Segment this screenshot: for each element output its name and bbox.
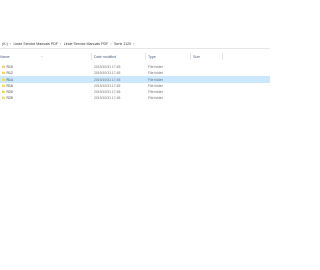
breadcrumb-item-serie-1120[interactable]: Serie 1120 — [114, 42, 131, 46]
file-type: File folder — [148, 71, 163, 76]
file-date-modified: 2019/10/31 17:45 — [94, 83, 121, 88]
folder-icon — [2, 90, 6, 93]
breadcrumb[interactable]: (K:) › Linde Service Manuals PDF › Linde… — [0, 39, 270, 49]
file-name: R16 — [6, 83, 13, 88]
breadcrumb-chevron-icon[interactable]: › — [10, 42, 11, 46]
file-date-modified: 2019/10/31 17:45 — [94, 96, 121, 101]
file-date-modified: 2019/10/31 17:45 — [94, 89, 121, 94]
file-date-modified: 2019/10/31 17:45 — [94, 77, 121, 82]
file-explorer-window: (K:) › Linde Service Manuals PDF › Linde… — [0, 0, 270, 270]
column-divider[interactable] — [190, 53, 191, 60]
sort-up-icon: ^ — [41, 54, 43, 59]
breadcrumb-item-drive[interactable]: (K:) — [2, 42, 8, 46]
breadcrumb-chevron-icon[interactable]: › — [60, 42, 61, 46]
column-divider[interactable] — [222, 53, 223, 60]
list-item[interactable]: R25 2019/10/31 17:45 File folder — [0, 95, 270, 101]
column-divider[interactable] — [91, 53, 92, 60]
column-header-name[interactable]: Name — [0, 55, 10, 59]
file-name: R12 — [6, 71, 13, 76]
folder-icon — [2, 65, 6, 69]
breadcrumb-item-linde-manuals-sub[interactable]: Linde Service Manuals PDF — [64, 42, 109, 46]
folder-icon — [2, 96, 6, 100]
column-divider[interactable] — [145, 53, 146, 60]
file-type: File folder — [148, 77, 163, 82]
file-name: R14 — [6, 77, 13, 82]
column-header-type[interactable]: Type — [148, 55, 156, 59]
file-type: File folder — [148, 96, 163, 101]
column-header-date-modified[interactable]: Date modified — [94, 55, 116, 59]
file-date-modified: 2019/10/31 17:45 — [94, 71, 121, 76]
file-type: File folder — [148, 65, 163, 70]
breadcrumb-chevron-icon[interactable]: › — [110, 42, 111, 46]
file-date-modified: 2019/10/31 17:45 — [94, 65, 121, 70]
file-type: File folder — [148, 89, 163, 94]
column-header-size[interactable]: Size — [193, 55, 200, 59]
file-name: R20 — [6, 89, 13, 94]
file-type: File folder — [148, 83, 163, 88]
breadcrumb-chevron-icon[interactable]: › — [133, 42, 134, 46]
folder-icon — [2, 78, 6, 81]
file-name: R25 — [6, 96, 13, 101]
column-header-row: Name ^ Date modified Type Size — [0, 52, 270, 61]
folder-icon — [2, 71, 6, 75]
breadcrumb-item-linde-manuals[interactable]: Linde Service Manuals PDF — [14, 42, 59, 46]
file-list: R10 2019/10/31 17:45 File folder R12 2019/10… — [0, 64, 270, 101]
folder-icon — [2, 84, 6, 87]
file-name: R10 — [6, 65, 13, 70]
